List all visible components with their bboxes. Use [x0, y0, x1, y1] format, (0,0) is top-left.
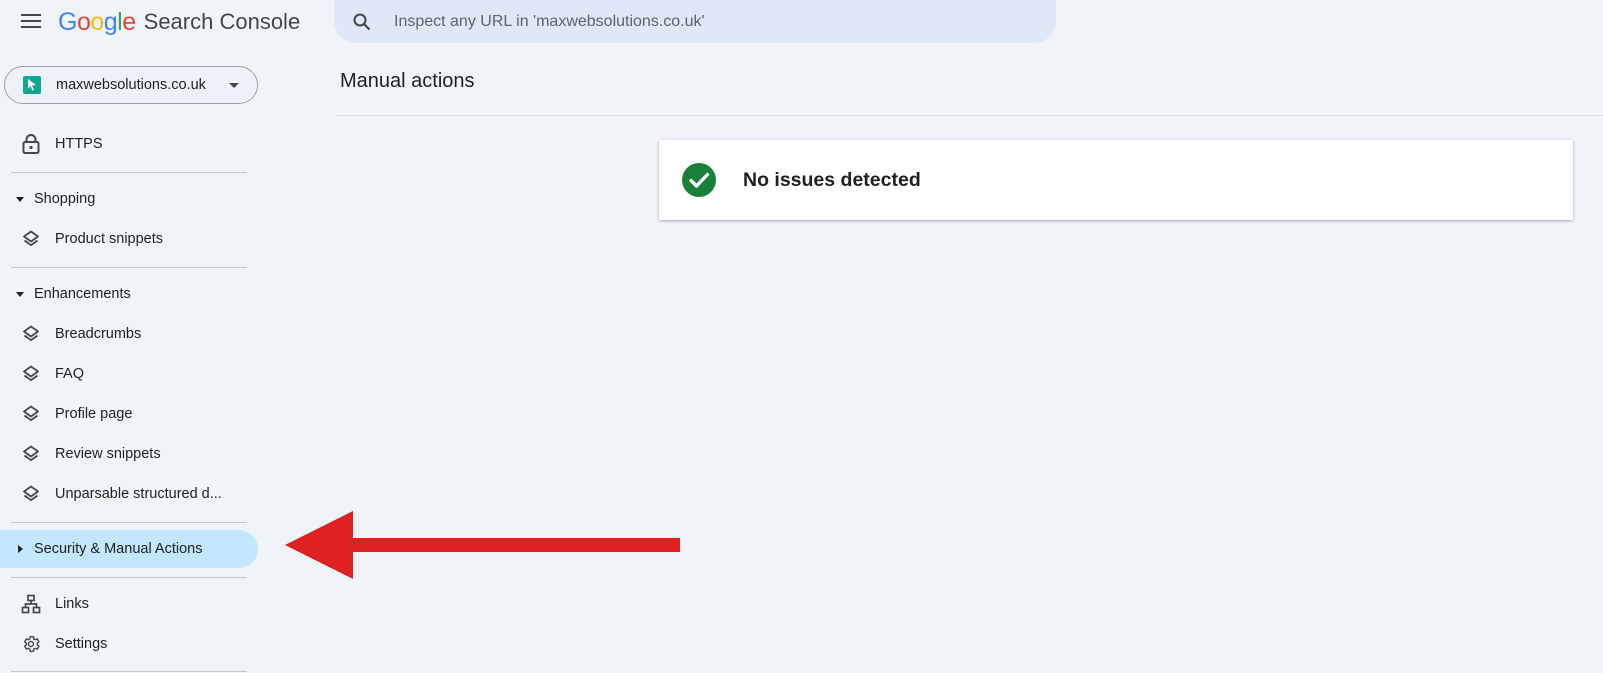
sidebar-item-breadcrumbs[interactable]: Breadcrumbs	[0, 315, 258, 353]
sidebar-item-profile-page[interactable]: Profile page	[0, 395, 258, 433]
sidebar-item-label: FAQ	[55, 366, 85, 382]
search-input[interactable]	[392, 11, 1016, 32]
sidebar-item-label: Settings	[55, 636, 108, 652]
status-card: No issues detected	[659, 140, 1573, 220]
sidebar-item-faq[interactable]: FAQ	[0, 355, 258, 393]
layers-icon	[20, 443, 42, 465]
lock-icon	[20, 133, 42, 155]
sidebar-divider	[11, 522, 247, 523]
status-message: No issues detected	[743, 168, 921, 191]
hamburger-menu-icon[interactable]	[18, 8, 44, 34]
sidebar-item-label: Review snippets	[55, 446, 161, 462]
sidebar-section-enhancements[interactable]: Enhancements	[0, 275, 258, 313]
layers-icon	[20, 363, 42, 385]
sidebar-item-review-snippets[interactable]: Review snippets	[0, 435, 258, 473]
sidebar-item-label: HTTPS	[55, 136, 103, 152]
sidebar-section-label: Enhancements	[34, 286, 131, 302]
red-arrow-annotation	[285, 511, 680, 579]
check-circle-icon	[682, 163, 716, 197]
layers-icon	[20, 228, 42, 250]
sidebar-section-label: Security & Manual Actions	[34, 541, 203, 557]
sidebar-item-settings[interactable]: Settings	[0, 625, 258, 663]
site-favicon-icon	[23, 76, 41, 94]
logo[interactable]: Google Search Console	[58, 6, 300, 38]
sidebar-section-label: Shopping	[34, 191, 96, 207]
caret-down-icon	[16, 196, 24, 202]
sidebar-item-label: Product snippets	[55, 231, 164, 247]
layers-icon	[20, 483, 42, 505]
caret-right-icon	[18, 545, 23, 553]
sidebar-item-unparsable-structured-data[interactable]: Unparsable structured d...	[0, 475, 258, 513]
sidebar-divider	[11, 172, 247, 173]
product-name: Search Console	[143, 9, 301, 34]
sidebar-section-shopping[interactable]: Shopping	[0, 180, 258, 218]
sidebar-divider	[11, 577, 247, 578]
layers-icon	[20, 323, 42, 345]
sidebar-item-label: Breadcrumbs	[55, 326, 142, 342]
layers-icon	[20, 403, 42, 425]
sidebar-divider	[11, 671, 247, 672]
property-name: maxwebsolutions.co.uk	[56, 77, 206, 93]
sidebar-item-https[interactable]: HTTPS	[0, 125, 258, 163]
chevron-down-icon	[229, 82, 239, 88]
sidebar-item-links[interactable]: Links	[0, 585, 258, 623]
sidebar-item-label: Links	[55, 596, 89, 612]
caret-down-icon	[16, 291, 24, 297]
page-title: Manual actions	[340, 70, 475, 92]
url-inspection-search[interactable]	[334, 0, 1056, 43]
title-divider	[336, 115, 1603, 116]
sidebar-item-product-snippets[interactable]: Product snippets	[0, 220, 258, 258]
sidebar-item-label: Unparsable structured d...	[55, 486, 222, 502]
sidebar-section-security-manual-actions[interactable]: Security & Manual Actions	[0, 530, 258, 568]
search-icon[interactable]	[350, 10, 374, 34]
gear-icon	[20, 633, 42, 655]
sidebar-divider	[11, 267, 247, 268]
sitemap-icon	[20, 593, 42, 615]
property-selector[interactable]: maxwebsolutions.co.uk	[4, 66, 258, 104]
sidebar-item-label: Profile page	[55, 406, 133, 422]
google-wordmark: Google	[58, 7, 136, 36]
